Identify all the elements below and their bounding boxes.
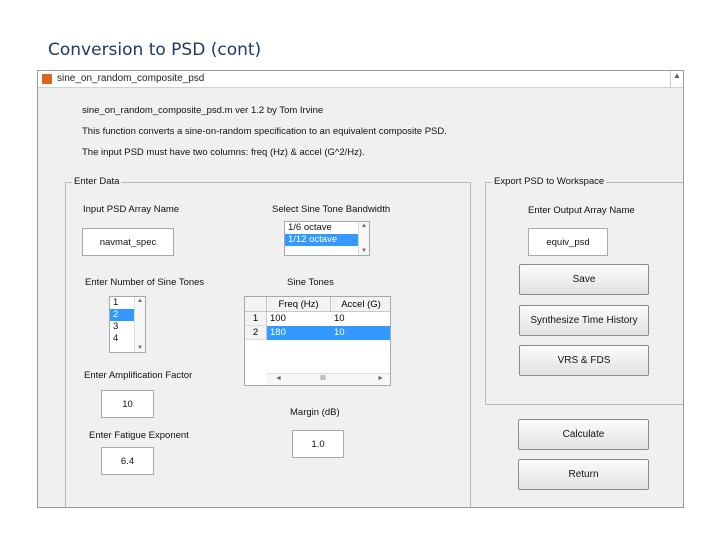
scroll-down-arrow-icon[interactable]: ▼ bbox=[359, 248, 369, 254]
amplification-input[interactable]: 10 bbox=[101, 390, 154, 418]
margin-input[interactable]: 1.0 bbox=[292, 430, 344, 458]
sine-tones-table[interactable]: Freq (Hz) Accel (G) 1 100 10 2 180 10 ◄ … bbox=[244, 296, 391, 386]
slide-title: Conversion to PSD (cont) bbox=[48, 40, 262, 60]
bandwidth-listbox[interactable]: 1/6 octave 1/12 octave ▲ ▼ bbox=[284, 221, 370, 256]
enter-data-title: Enter Data bbox=[72, 176, 122, 187]
sine-tones-label: Sine Tones bbox=[287, 277, 334, 288]
scroll-up-arrow-icon[interactable]: ▲ bbox=[359, 223, 369, 229]
scroll-thumb[interactable]: III bbox=[303, 375, 343, 382]
bandwidth-option-selected[interactable]: 1/12 octave bbox=[285, 234, 369, 246]
psd-array-input[interactable]: navmat_spec bbox=[82, 228, 174, 256]
table-header-freq[interactable]: Freq (Hz) bbox=[267, 297, 331, 312]
psd-array-label: Input PSD Array Name bbox=[83, 204, 180, 215]
table-corner bbox=[245, 297, 267, 312]
intro-line-3: The input PSD must have two columns: fre… bbox=[82, 147, 365, 158]
num-tones-label: Enter Number of Sine Tones bbox=[85, 277, 205, 288]
enter-data-panel: Enter Data Input PSD Array Name navmat_s… bbox=[65, 176, 471, 507]
table-row-number: 1 bbox=[245, 312, 267, 326]
margin-label: Margin (dB) bbox=[290, 407, 340, 418]
bandwidth-option[interactable]: 1/6 octave bbox=[285, 222, 369, 234]
matlab-icon bbox=[42, 74, 52, 84]
bandwidth-label: Select Sine Tone Bandwidth bbox=[272, 204, 391, 215]
table-horizontal-scrollbar[interactable]: ◄ III ► bbox=[267, 373, 390, 385]
save-button[interactable]: Save bbox=[519, 264, 649, 295]
amplification-label: Enter Amplification Factor bbox=[84, 370, 193, 381]
scroll-up-icon[interactable]: ▲ bbox=[670, 71, 683, 87]
fatigue-exponent-input[interactable]: 6.4 bbox=[101, 447, 154, 475]
output-array-input[interactable]: equiv_psd bbox=[528, 228, 608, 256]
export-panel: Export PSD to Workspace Enter Output Arr… bbox=[485, 176, 683, 405]
app-window: sine_on_random_composite_psd ▲ sine_on_r… bbox=[37, 70, 684, 508]
table-cell-freq[interactable]: 100 bbox=[267, 312, 331, 326]
scroll-left-arrow-icon[interactable]: ◄ bbox=[275, 375, 282, 382]
return-button[interactable]: Return bbox=[518, 459, 649, 490]
num-tones-listbox[interactable]: 1 2 3 4 ▲ ▼ bbox=[109, 296, 146, 353]
num-tones-scrollbar[interactable]: ▲ ▼ bbox=[134, 297, 145, 352]
table-row-number: 2 bbox=[245, 326, 267, 340]
window-title: sine_on_random_composite_psd bbox=[57, 73, 205, 84]
export-panel-title: Export PSD to Workspace bbox=[492, 176, 607, 187]
fatigue-exponent-label: Enter Fatigue Exponent bbox=[89, 430, 189, 441]
table-cell-accel[interactable]: 10 bbox=[331, 312, 390, 326]
scroll-up-arrow-icon[interactable]: ▲ bbox=[135, 298, 145, 304]
intro-line-1: sine_on_random_composite_psd.m ver 1.2 b… bbox=[82, 105, 324, 116]
vrs-fds-button[interactable]: VRS & FDS bbox=[519, 345, 649, 376]
output-array-label: Enter Output Array Name bbox=[528, 205, 635, 216]
scroll-down-arrow-icon[interactable]: ▼ bbox=[135, 345, 145, 351]
table-cell-accel[interactable]: 10 bbox=[331, 326, 390, 340]
intro-line-2: This function converts a sine-on-random … bbox=[82, 126, 447, 137]
scroll-right-arrow-icon[interactable]: ► bbox=[377, 375, 384, 382]
table-cell-freq[interactable]: 180 bbox=[267, 326, 331, 340]
table-header-accel[interactable]: Accel (G) bbox=[331, 297, 390, 312]
bandwidth-scrollbar[interactable]: ▲ ▼ bbox=[358, 222, 369, 255]
calculate-button[interactable]: Calculate bbox=[518, 419, 649, 450]
synthesize-time-history-button[interactable]: Synthesize Time History bbox=[519, 305, 649, 336]
window-titlebar: sine_on_random_composite_psd ▲ bbox=[38, 71, 683, 88]
